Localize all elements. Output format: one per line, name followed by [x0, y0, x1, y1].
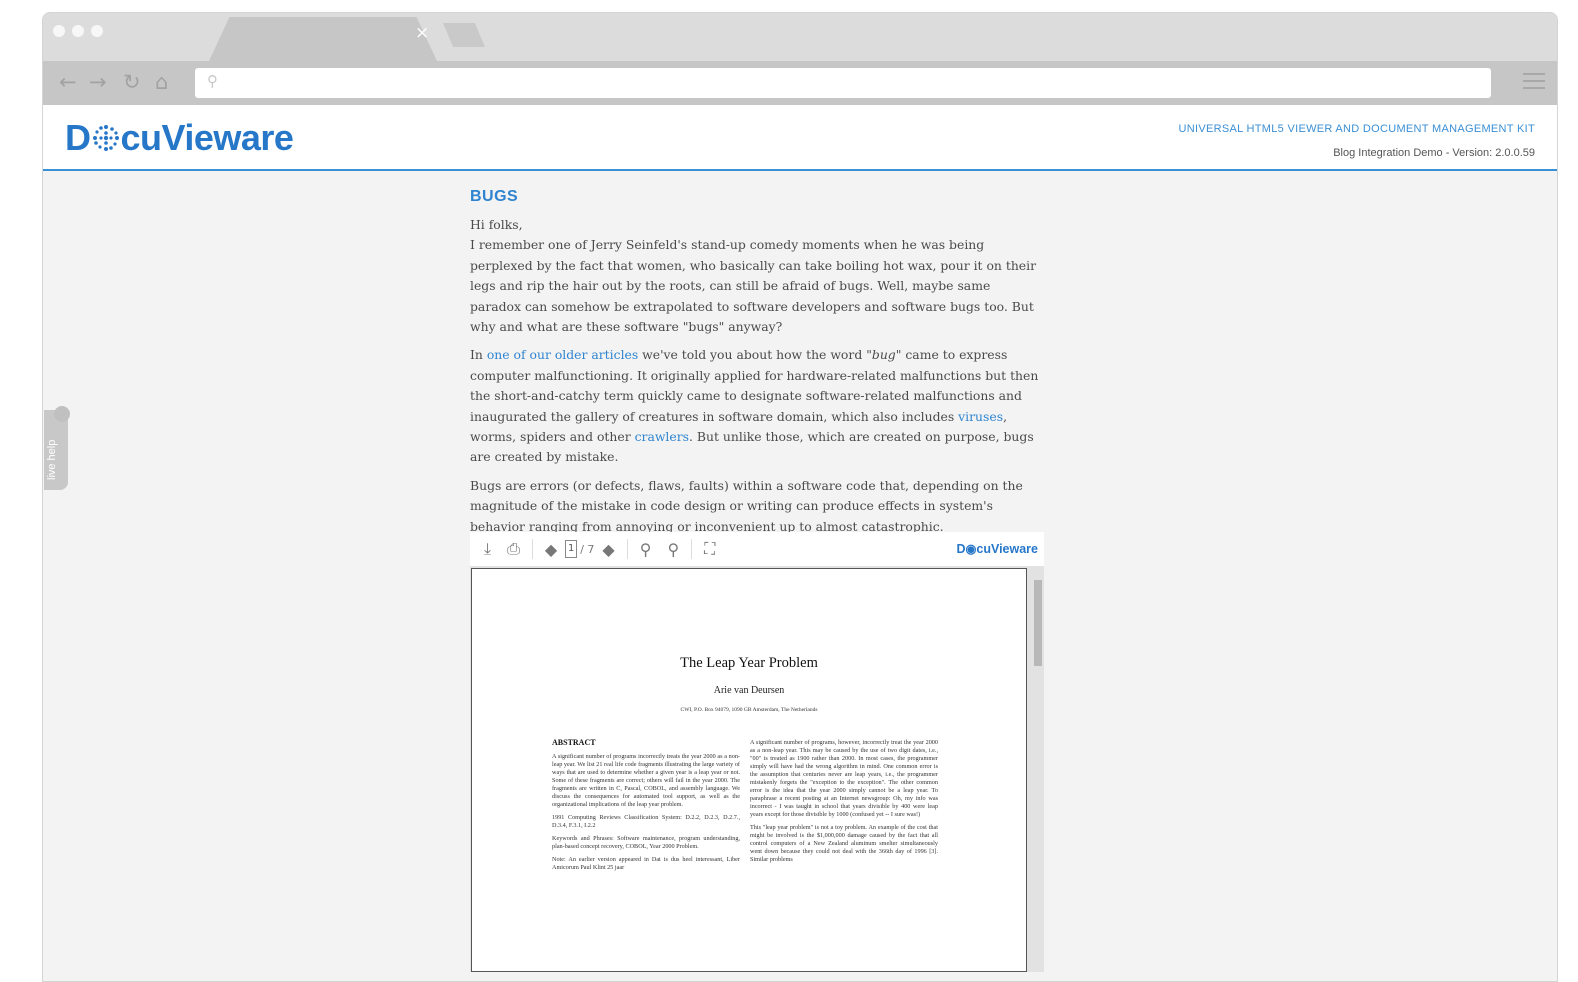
- next-page-icon[interactable]: ◆: [602, 540, 614, 559]
- right-column-text-2: This "leap year problem" is not a toy pr…: [750, 824, 938, 863]
- reload-icon[interactable]: ↻: [123, 67, 141, 97]
- document-left-column: ABSTRACT A significant number of program…: [552, 739, 740, 969]
- toolbar-divider: [531, 539, 533, 559]
- viewer-scrollbar[interactable]: [1034, 580, 1042, 666]
- viruses-link[interactable]: viruses: [958, 409, 1003, 424]
- page-total: / 7: [580, 542, 595, 556]
- version-label: Blog Integration Demo - Version: 2.0.0.5…: [1333, 147, 1535, 159]
- hamburger-menu-icon[interactable]: [1523, 73, 1545, 94]
- home-icon[interactable]: ⌂: [155, 67, 168, 97]
- fullscreen-icon[interactable]: ⛶: [704, 539, 715, 559]
- classification-text: 1991 Computing Reviews Classification Sy…: [552, 814, 740, 829]
- tab-close-icon[interactable]: ×: [415, 23, 429, 43]
- post-paragraph-2: In one of our older articles we've told …: [470, 347, 1039, 465]
- browser-toolbar: ← → ↻ ⌂ ⚲: [43, 61, 1557, 105]
- window-maximize-dot[interactable]: [91, 25, 103, 37]
- post-greeting: Hi folks,: [470, 217, 523, 232]
- document-title: The Leap Year Problem: [680, 655, 818, 671]
- logo-text-end: cuVieware: [120, 117, 294, 158]
- site-header: D cuVieware UNIVERSAL HTML5 VIEWER AND D…: [43, 105, 1557, 171]
- document-right-column: A significant number of programs, howeve…: [750, 739, 938, 969]
- docuvieware-logo[interactable]: D cuVieware: [65, 117, 294, 159]
- viewer-toolbar: ⤓ ⎙ ◆ 1 / 7 ◆ ⚲ ⚲ ⛶ D◉cuVieware: [470, 532, 1044, 566]
- download-icon[interactable]: ⤓: [484, 539, 491, 559]
- document-page: The Leap Year Problem Arie van Deursen C…: [471, 568, 1027, 972]
- post-paragraph-1: I remember one of Jerry Seinfeld's stand…: [470, 237, 1037, 335]
- tab-bar: ×: [43, 13, 1557, 61]
- new-tab-button[interactable]: [443, 23, 485, 47]
- zoom-in-icon[interactable]: ⚲: [640, 540, 652, 559]
- address-bar[interactable]: ⚲: [195, 68, 1491, 98]
- active-tab[interactable]: [209, 17, 437, 61]
- note-text: Note: An earlier version appeared in Dat…: [552, 856, 740, 871]
- window-controls: [53, 25, 103, 37]
- kit-title: UNIVERSAL HTML5 VIEWER AND DOCUMENT MANA…: [1178, 123, 1535, 135]
- forward-icon[interactable]: →: [89, 67, 107, 97]
- live-help-indicator: [54, 406, 70, 422]
- toolbar-divider: [691, 539, 693, 559]
- blog-post: BUGS Hi folks, I remember one of Jerry S…: [470, 188, 1045, 545]
- logo-text-start: D: [65, 117, 91, 158]
- abstract-heading: ABSTRACT: [552, 739, 596, 747]
- document-affiliation: CWI, P.O. Box 94079, 1090 GB Amsterdam, …: [680, 707, 818, 713]
- keywords-text: Keywords and Phrases: Software maintenan…: [552, 835, 740, 850]
- right-column-text-1: A significant number of programs, howeve…: [750, 739, 938, 818]
- logo-dots-icon: [92, 125, 119, 151]
- viewer-logo: D◉cuVieware: [956, 542, 1038, 556]
- document-viewer: ⤓ ⎙ ◆ 1 / 7 ◆ ⚲ ⚲ ⛶ D◉cuVieware The Leap…: [470, 532, 1044, 972]
- post-paragraph-3: Bugs are errors (or defects, flaws, faul…: [470, 477, 1023, 534]
- back-icon[interactable]: ←: [59, 67, 77, 97]
- older-articles-link[interactable]: one of our older articles: [487, 347, 638, 362]
- window-minimize-dot[interactable]: [72, 25, 84, 37]
- page-number-input[interactable]: 1: [565, 540, 578, 558]
- document-author: Arie van Deursen: [713, 685, 785, 696]
- search-icon: ⚲: [207, 72, 218, 90]
- abstract-text: A significant number of programs incorre…: [552, 753, 740, 808]
- print-icon[interactable]: ⎙: [507, 539, 520, 559]
- zoom-out-icon[interactable]: ⚲: [667, 540, 679, 559]
- crawlers-link[interactable]: crawlers: [635, 429, 689, 444]
- live-help-label[interactable]: live help: [46, 440, 58, 480]
- toolbar-divider: [626, 539, 628, 559]
- window-close-dot[interactable]: [53, 25, 65, 37]
- post-title: BUGS: [470, 188, 519, 205]
- prev-page-icon[interactable]: ◆: [545, 540, 557, 559]
